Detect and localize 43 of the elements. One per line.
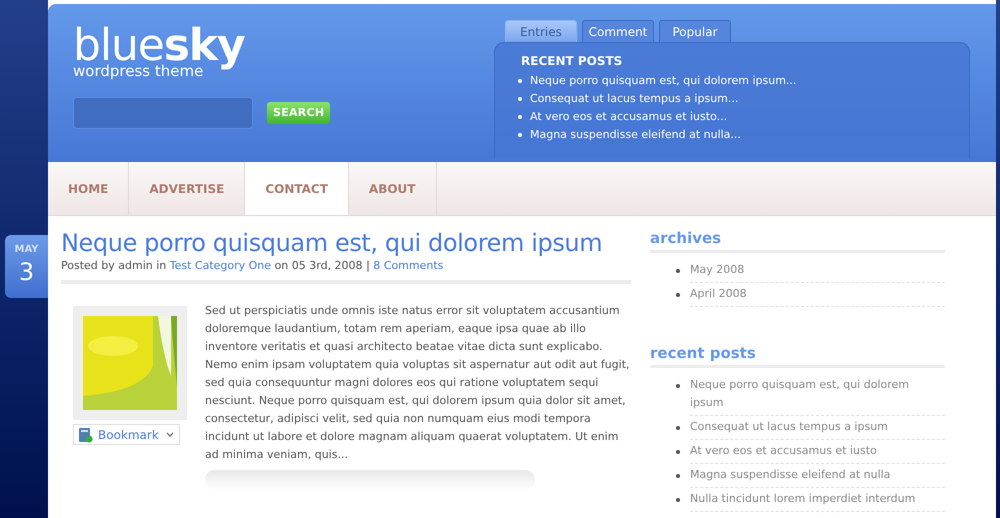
widget-post-link[interactable]: Consequat ut lacus tempus a ipsum... [530, 91, 738, 106]
bullet-icon [518, 114, 522, 118]
sidebar-heading: archives [650, 228, 945, 253]
nav-link[interactable]: HOME [48, 162, 130, 215]
widget-title: RECENT POSTS [521, 53, 624, 70]
widget-post-link[interactable]: At vero eos et accusamus et iusto... [530, 109, 728, 124]
bullet-icon [676, 384, 680, 388]
widget-tab[interactable]: Popular [659, 20, 731, 42]
nav-link[interactable]: ABOUT [348, 162, 436, 215]
widget-tab[interactable]: Comment [582, 20, 654, 42]
category-link[interactable]: Test Category One [170, 259, 272, 272]
widget-post-link[interactable]: Neque porro quisquam est, qui dolorem ipsum... [530, 73, 796, 88]
date-day: 3 [18, 260, 34, 284]
search-field[interactable] [73, 97, 253, 129]
bullet-icon [676, 293, 680, 297]
bullet-icon [676, 269, 680, 273]
sidebar-link[interactable]: May 2008 [690, 261, 945, 283]
nav-link[interactable]: CONTACT [245, 162, 349, 215]
bullet-icon [676, 498, 680, 502]
bullet-icon [676, 426, 680, 430]
bookmark-button[interactable]: Bookmark [73, 424, 180, 445]
sidebar-link[interactable]: Consequat ut lacus tempus a ipsum [690, 418, 945, 440]
sidebar-link[interactable]: April 2008 [690, 285, 945, 307]
sidebar-heading: recent posts [650, 343, 945, 368]
sidebar-link[interactable]: Magna suspendisse eleifend at nulla [690, 466, 945, 488]
bullet-icon [676, 450, 680, 454]
post-title[interactable]: Neque porro quisquam est, qui dolorem ipsum [61, 228, 602, 258]
bullet-icon [518, 132, 522, 136]
comments-link[interactable]: 8 Comments [373, 259, 444, 272]
date-month: MAY [14, 245, 38, 255]
bullet-icon [518, 96, 522, 100]
sidebar-link[interactable]: Nulla tincidunt lorem imperdiet interdum [690, 490, 945, 512]
sidebar-link[interactable]: Neque porro quisquam est, qui dolorem ipsum [690, 376, 945, 416]
bullet-icon [518, 78, 522, 82]
sidebar-link[interactable]: At vero eos et accusamus et iusto [690, 442, 945, 464]
caret-icon [165, 430, 175, 440]
post-meta: Posted by admin in Test Category One on 05 3rd, 2008 | 8 Comments [61, 258, 444, 274]
bullet-icon [676, 474, 680, 478]
post-body: Sed ut perspiciatis unde omnis iste natus error sit voluptatem accusantium doloremque laudantium, totam rem aperiam, eaque ipsa quae ab illo inventore veritatis et quasi architecto beatae vitae dicta sunt explicabo. Nemo enim ipsam voluptatem quia voluptas sit aspernatur aut odit aut fugit, sed quia consequuntur magni dolores eos qui ratione voluptatem sequi nesciunt. Neque porro quisquam est, qui dolorem ipsum quia dolor sit amet, consectetur, adipisci velit, sed quia non numquam eius modi tempora incidunt ut labore et dolore magnam aliquam quaerat voluptatem. Ut enim ad minima veniam, quis... [205, 303, 631, 463]
search-button[interactable]: SEARCH [267, 102, 330, 124]
widget-tab[interactable]: Entries [505, 20, 577, 42]
widget-post-link[interactable]: Magna suspendisse eleifend at nulla... [530, 127, 741, 142]
book-icon [77, 426, 93, 442]
